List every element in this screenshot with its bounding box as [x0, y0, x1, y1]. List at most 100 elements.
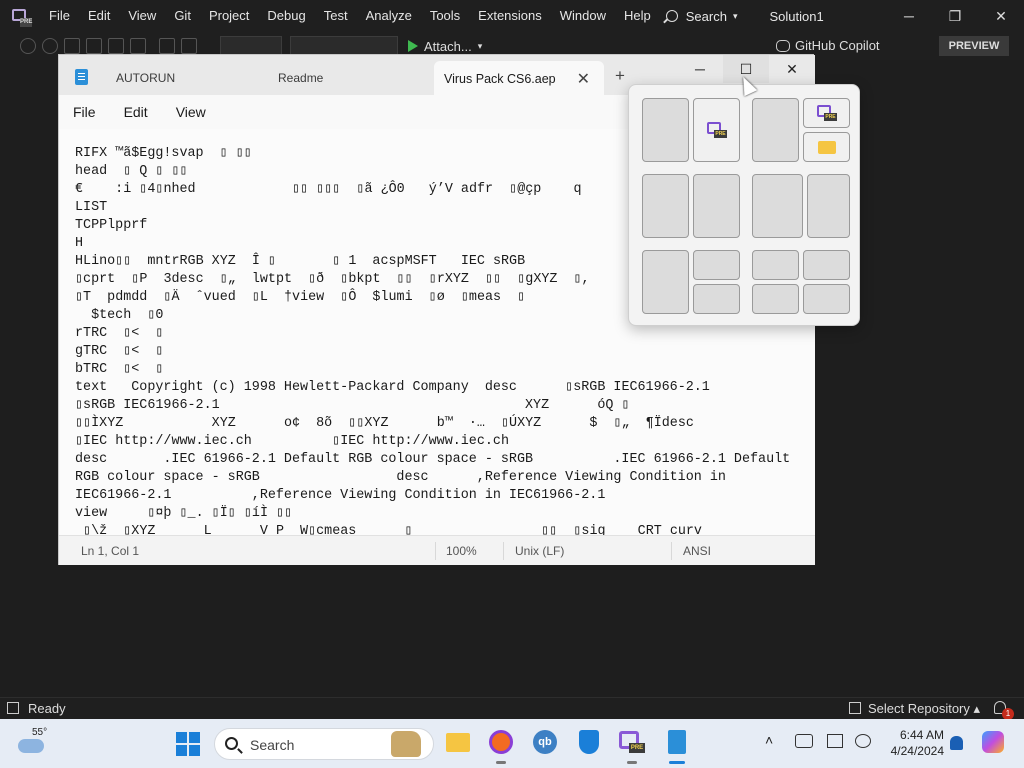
snap-layouts-flyout: PRE PRE	[628, 84, 860, 326]
close-tab-icon[interactable]: ✕	[577, 69, 590, 89]
snap-zone-quad-1[interactable]	[752, 250, 799, 280]
search-highlight-image	[391, 731, 421, 757]
firefox-icon[interactable]	[487, 728, 515, 764]
minimize-icon[interactable]: ─	[886, 0, 932, 32]
qbittorrent-icon[interactable]: qb	[531, 728, 559, 756]
temperature: 55°	[32, 727, 48, 738]
snap-zone-quad-2[interactable]	[803, 250, 850, 280]
github-copilot-button[interactable]: GitHub Copilot	[776, 38, 880, 53]
text-line: ▯sRGB IEC61966-2.1 XYZ óQ ▯	[75, 398, 630, 413]
save-icon[interactable]	[108, 38, 124, 54]
snap-zone-primary-left[interactable]	[752, 98, 799, 162]
start-button[interactable]	[176, 732, 200, 756]
tab-autorun[interactable]: AUTORUN	[116, 71, 175, 85]
text-line: ▯\ž ▯XYZ L V P W▯cmeas ▯ ▯▯ ▯sig CRT cur…	[75, 524, 702, 535]
display-icon[interactable]	[827, 734, 843, 748]
vs-menubar: PRE File Edit View Git Project Debug Tes…	[0, 0, 1024, 32]
menu-tools[interactable]: Tools	[421, 0, 469, 32]
vs-search-button[interactable]: Search ▾	[665, 8, 738, 24]
volume-icon[interactable]	[855, 734, 871, 748]
tab-readme[interactable]: Readme	[278, 71, 323, 85]
menu-window[interactable]: Window	[551, 0, 615, 32]
undo-icon[interactable]	[159, 38, 175, 54]
menu-git[interactable]: Git	[165, 0, 200, 32]
text-line: RGB colour space - sRGB desc ,Reference …	[75, 470, 726, 485]
solution-name: Solution1	[769, 8, 824, 24]
vs-status-bar: Ready Select Repository ▴ 1	[0, 697, 1024, 720]
menu-debug[interactable]: Debug	[258, 0, 314, 32]
minimize-icon[interactable]: ─	[677, 55, 723, 83]
select-repository-button[interactable]: Select Repository ▴	[868, 701, 980, 717]
snap-zone-wide-right[interactable]	[807, 174, 850, 238]
network-icon[interactable]	[795, 734, 813, 748]
attach-label: Attach...	[424, 38, 472, 54]
text-line: ▯IEC http://www.iec.ch ▯IEC http://www.i…	[75, 434, 509, 449]
snap-zone-quad-3[interactable]	[752, 284, 799, 314]
new-tab-icon[interactable]: +	[615, 66, 625, 86]
clock[interactable]: 6:44 AM 4/24/2024	[880, 727, 944, 759]
chevron-down-icon: ▾	[732, 10, 738, 21]
back-icon[interactable]	[20, 38, 36, 54]
notepad-menu-view[interactable]: View	[176, 104, 206, 120]
tab-virus-pack-label: Virus Pack CS6.aep	[444, 72, 556, 86]
notepad-menu-file[interactable]: File	[73, 104, 96, 120]
snap-zone-primary-top-right[interactable]: PRE	[803, 98, 850, 128]
notification-icon[interactable]	[950, 736, 963, 750]
platform-dropdown[interactable]	[290, 36, 398, 56]
snap-zone-halves-right[interactable]: PRE	[693, 98, 740, 162]
configuration-dropdown[interactable]	[220, 36, 282, 56]
menu-project[interactable]: Project	[200, 0, 258, 32]
notepad-menu-edit[interactable]: Edit	[124, 104, 148, 120]
snap-zone-quad-4[interactable]	[803, 284, 850, 314]
weather-widget[interactable]: 55°	[18, 727, 48, 753]
taskbar-search[interactable]: Search	[214, 728, 434, 760]
zoom-level: 100%	[446, 544, 477, 558]
snap-zone-thirds-right[interactable]	[693, 174, 740, 238]
time: 6:44 AM	[899, 728, 944, 742]
windows-security-icon[interactable]	[575, 728, 603, 756]
redo-icon[interactable]	[181, 38, 197, 54]
attach-button[interactable]: Attach... ▾	[408, 39, 482, 54]
taskbar: 55° Search qb PRE ˄ 6:44 AM 4/24/2024	[0, 719, 1024, 768]
text-line: gTRC ▯< ▯	[75, 344, 164, 359]
text-line: text Copyright (c) 1998 Hewlett-Packard …	[75, 380, 710, 395]
cursor-position: Ln 1, Col 1	[81, 544, 140, 558]
date: 4/24/2024	[890, 744, 944, 758]
line-ending: Unix (LF)	[515, 544, 565, 558]
copilot-icon[interactable]	[982, 731, 1004, 753]
vs-search-label: Search	[685, 8, 727, 24]
restore-icon[interactable]: ❐	[932, 0, 978, 32]
chevron-up-icon[interactable]: ˄	[765, 732, 773, 748]
menu-file[interactable]: File	[40, 0, 79, 32]
menu-test[interactable]: Test	[315, 0, 357, 32]
tab-virus-pack[interactable]: Virus Pack CS6.aep ✕	[434, 61, 604, 95]
vs-window-controls: ─ ❐ ✕	[886, 0, 1024, 32]
new-project-icon[interactable]	[64, 38, 80, 54]
close-icon[interactable]: ✕	[769, 55, 815, 83]
snap-zone-halves-left[interactable]	[642, 98, 689, 162]
menu-view[interactable]: View	[119, 0, 165, 32]
snap-zone-tri-top-right[interactable]	[693, 250, 740, 280]
forward-icon[interactable]	[42, 38, 58, 54]
menu-analyze[interactable]: Analyze	[357, 0, 421, 32]
snap-zone-tri-bottom-right[interactable]	[693, 284, 740, 314]
text-line: rTRC ▯< ▯	[75, 326, 164, 341]
menu-help[interactable]: Help	[615, 0, 660, 32]
snap-zone-wide-left[interactable]	[752, 174, 803, 238]
close-icon[interactable]: ✕	[978, 0, 1024, 32]
chevron-down-icon: ▾	[477, 40, 483, 51]
notepad-icon	[75, 69, 88, 85]
snap-zone-primary-bottom-right[interactable]	[803, 132, 850, 162]
open-folder-icon[interactable]	[86, 38, 102, 54]
snap-zone-thirds-left[interactable]	[642, 174, 689, 238]
text-line: desc .IEC 61966-2.1 Default RGB colour s…	[75, 452, 791, 467]
visual-studio-icon[interactable]: PRE	[618, 728, 646, 764]
taskbar-search-label: Search	[250, 737, 295, 753]
menu-extensions[interactable]: Extensions	[469, 0, 551, 32]
snap-zone-tri-left[interactable]	[642, 250, 689, 314]
save-all-icon[interactable]	[130, 38, 146, 54]
visual-studio-icon: PRE	[817, 105, 837, 121]
notepad-icon[interactable]	[663, 728, 691, 764]
menu-edit[interactable]: Edit	[79, 0, 119, 32]
file-explorer-icon[interactable]	[444, 728, 472, 756]
